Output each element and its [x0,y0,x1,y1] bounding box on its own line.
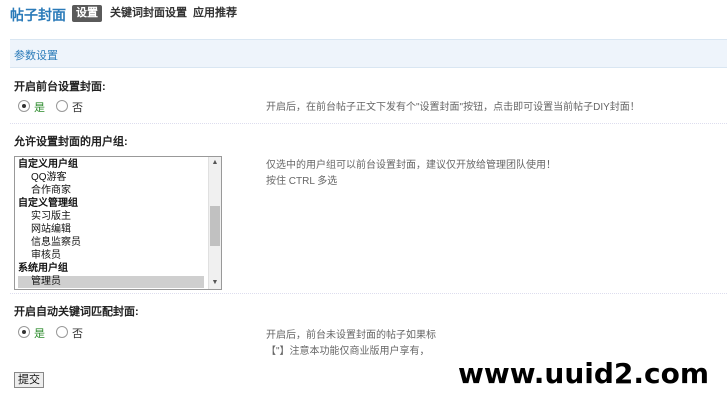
listbox-option[interactable]: QQ游客 [18,172,204,184]
frontend-cover-yes-label[interactable]: 是 [34,99,45,115]
listbox-option[interactable]: 信息监察员 [18,237,204,249]
auto-keyword-yes-label[interactable]: 是 [34,325,45,341]
tab-keyword-cover[interactable]: 关键词封面设置 [110,5,187,22]
user-groups-tip-ctrl: 按住 CTRL 多选 [266,176,338,187]
divider [10,123,727,124]
section-title: 参数设置 [14,50,58,62]
frontend-cover-yes-radio[interactable] [18,100,30,112]
frontend-cover-tip: 开启后，在前台帖子正文下发有个"设置封面"按钮，点击即可设置当前帖子DIY封面！ [266,102,640,113]
auto-keyword-yes-radio[interactable] [18,326,30,338]
auto-keyword-tip-commercial: 【"】注意本功能仅商业版用户享有， [266,346,430,357]
frontend-cover-no-label[interactable]: 否 [72,99,83,115]
auto-keyword-tip: 开启后，前台未设置封面的帖子如果标 [266,330,436,341]
watermark: www.uuid2.com [440,352,727,396]
divider [10,293,727,294]
listbox-option[interactable]: 系统用户组 [18,263,204,275]
listbox-scrollbar[interactable]: ▲ ▼ [208,157,221,289]
auto-keyword-label: 开启自动关键词匹配封面: [14,306,139,318]
scroll-down-icon[interactable]: ▼ [209,277,221,289]
listbox-option[interactable]: 实习版主 [18,211,204,223]
listbox-option[interactable]: 合作商家 [18,185,204,197]
app-title: 帖子封面 [10,7,66,23]
user-groups-listbox[interactable]: 自定义用户组 QQ游客 合作商家 自定义管理组 实习版主 网站编辑 信息监察员 … [14,156,222,290]
tab-app-recommend[interactable]: 应用推荐 [193,5,237,22]
section-header: 参数设置 [10,39,727,68]
frontend-cover-label: 开启前台设置封面: [14,81,106,93]
listbox-option[interactable]: 自定义用户组 [18,159,204,171]
submit-button[interactable]: 提交 [14,372,44,388]
listbox-option[interactable]: 审核员 [18,250,204,262]
listbox-option[interactable]: 自定义管理组 [18,198,204,210]
listbox-option[interactable]: 网站编辑 [18,224,204,236]
listbox-option-selected[interactable]: 管理员 [18,276,204,288]
user-groups-tip: 仅选中的用户组可以前台设置封面，建议仅开放给管理团队使用！ [266,160,556,171]
scroll-up-icon[interactable]: ▲ [209,157,221,169]
tab-settings[interactable]: 设置 [72,5,102,22]
auto-keyword-no-radio[interactable] [56,326,68,338]
top-bar: 帖子封面 设置 关键词封面设置 应用推荐 [0,0,727,34]
frontend-cover-no-radio[interactable] [56,100,68,112]
auto-keyword-no-label[interactable]: 否 [72,325,83,341]
scroll-thumb[interactable] [210,206,220,246]
user-groups-label: 允许设置封面的用户组: [14,136,128,148]
